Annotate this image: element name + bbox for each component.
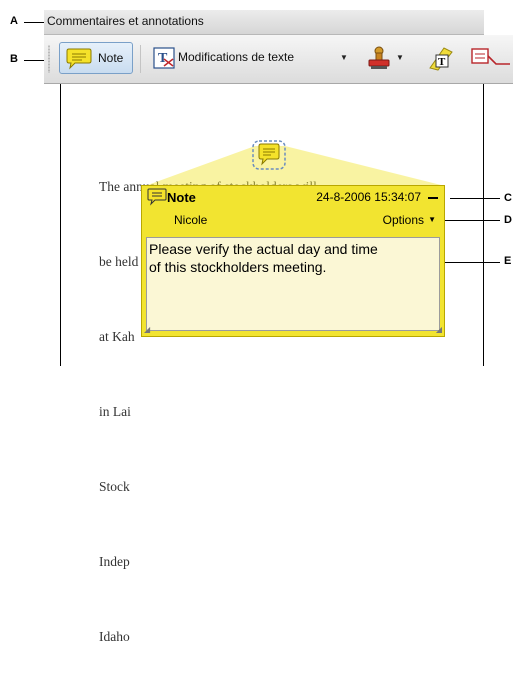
note-popup-author: Nicole: [174, 213, 208, 227]
stamp-dropdown[interactable]: ▼: [363, 42, 409, 74]
note-text-field[interactable]: Please verify the actual day and time of…: [146, 237, 440, 331]
document-line: Idaho: [99, 629, 130, 644]
note-popup-title: Note: [167, 190, 196, 205]
note-options-menu[interactable]: Options: [383, 213, 424, 227]
note-popup-timestamp: 24-8-2006 15:34:07: [316, 190, 421, 204]
note-text-line: of this stockholders meeting.: [149, 259, 327, 275]
callout-label-b: B: [10, 53, 18, 65]
text-edits-label: Modifications de texte: [178, 50, 295, 64]
resize-handle-icon[interactable]: ◢: [436, 325, 442, 334]
document-right-edge: [483, 84, 484, 366]
comment-toolbar: Note T Modifications de texte ▼ ▼ T: [44, 35, 513, 84]
document-line: in Lai: [99, 404, 131, 419]
chevron-down-icon[interactable]: ▼: [428, 215, 436, 224]
document-line: Stock: [99, 479, 130, 494]
chevron-down-icon: ▼: [396, 53, 404, 62]
text-edits-dropdown[interactable]: T Modifications de texte ▼: [148, 42, 358, 74]
document-left-edge: [60, 84, 61, 366]
note-popup-header: Note 24-8-2006 15:34:07 Nicole Options ▼: [142, 186, 444, 236]
document-line: Indep: [99, 554, 130, 569]
note-anchor-icon[interactable]: [250, 138, 288, 177]
note-icon: [64, 48, 94, 75]
callout-leader-c: [450, 198, 500, 199]
note-text-line: Please verify the actual day and time: [149, 241, 378, 257]
toolbar-separator: [140, 45, 141, 73]
note-connector-highlight: [145, 146, 445, 186]
text-edits-icon: T: [152, 46, 176, 75]
note-tool-button[interactable]: Note: [59, 42, 133, 74]
callout-icon: [470, 46, 510, 77]
note-icon: [147, 188, 167, 211]
note-popup[interactable]: Note 24-8-2006 15:34:07 Nicole Options ▼…: [141, 185, 445, 337]
window-title: Commentaires et annotations: [47, 14, 204, 28]
window-title-bar: Commentaires et annotations: [44, 10, 484, 35]
svg-text:T: T: [438, 56, 446, 68]
minimize-icon[interactable]: [428, 197, 438, 199]
resize-handle-icon[interactable]: ◢: [144, 325, 150, 334]
toolbar-grip[interactable]: [48, 45, 50, 73]
highlight-text-tool[interactable]: T: [424, 42, 456, 74]
stamp-icon: [365, 44, 393, 77]
callout-label-c: C: [504, 192, 512, 204]
callout-leader-a: [24, 22, 44, 23]
highlight-text-icon: T: [426, 44, 454, 77]
callout-label-e: E: [504, 255, 512, 267]
callout-label-d: D: [504, 214, 512, 226]
callout-tool[interactable]: [468, 42, 513, 74]
note-tool-label: Note: [98, 51, 124, 65]
callout-leader-d: [445, 220, 500, 221]
callout-label-a: A: [10, 15, 18, 27]
chevron-down-icon: ▼: [340, 53, 348, 62]
